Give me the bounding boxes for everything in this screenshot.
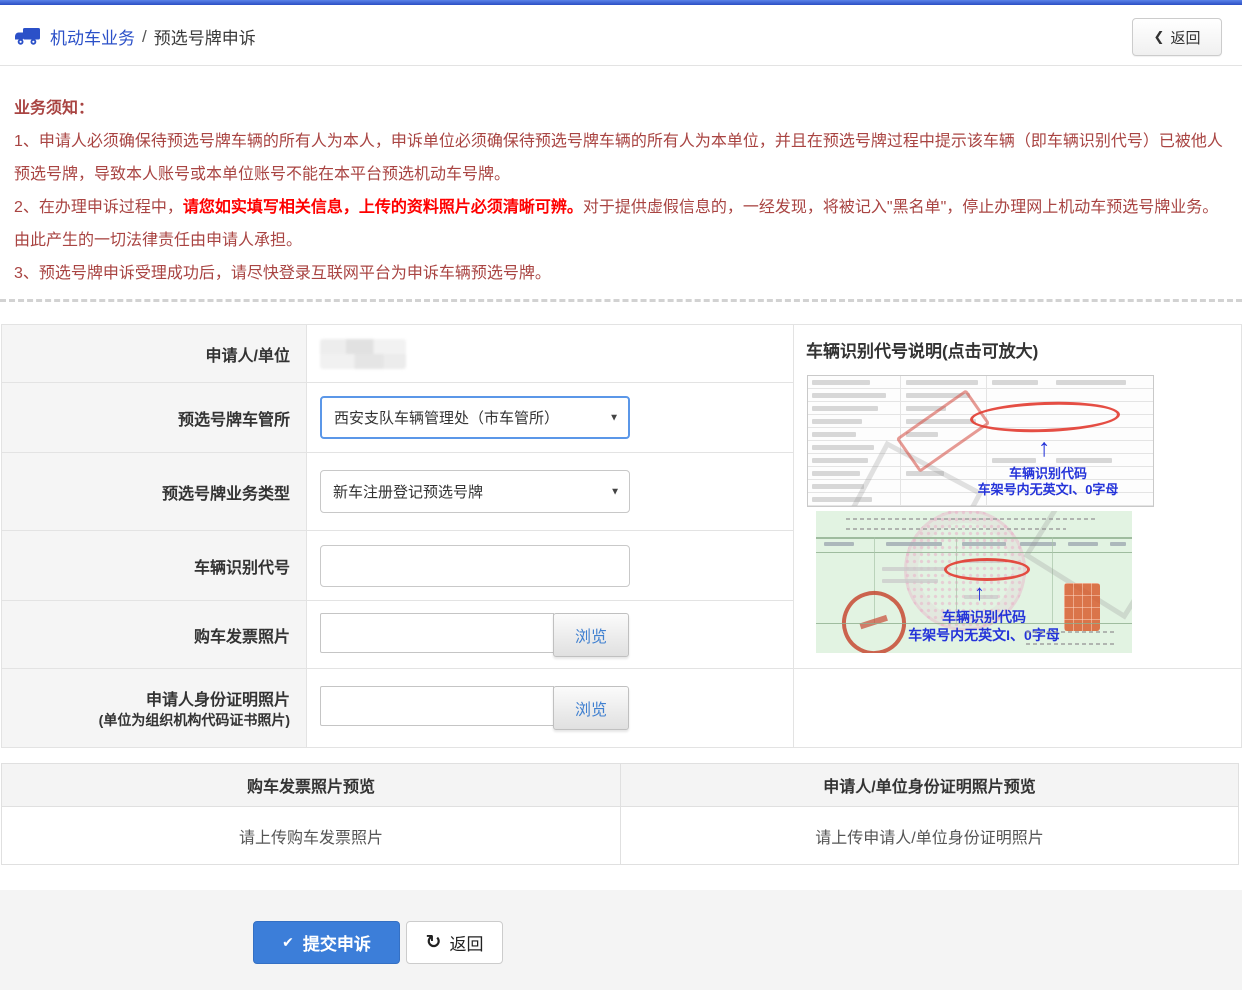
- cert-text-bar: [812, 445, 874, 450]
- appeal-form-table: 申请人/单位 车辆识别代号说明(点击可放大): [1, 324, 1242, 748]
- invoice-photo-filename-input[interactable]: [320, 613, 554, 653]
- invoice-col-label: [962, 542, 1006, 546]
- cert-text-bar: [812, 458, 868, 463]
- invoice-text-line: [1026, 643, 1116, 645]
- invoice-col-label: [824, 542, 854, 546]
- cert-text-bar: [992, 380, 1038, 385]
- cert-text-bar: [812, 380, 870, 385]
- vin-help-zoom-hint: (点击可放大): [942, 342, 1038, 361]
- applicant-label: 申请人/单位: [2, 325, 307, 383]
- business-type-label: 预选号牌业务类型: [2, 453, 307, 531]
- header: 机动车业务 / 预选号牌申诉 ❮ 返回: [0, 5, 1242, 66]
- id-preview-placeholder: 请上传申请人/单位身份证明照片: [620, 807, 1238, 864]
- chevron-down-icon: ▼: [610, 486, 620, 497]
- vin-callout: 车辆识别代码 车架号内无英文I、0字母: [874, 609, 1094, 644]
- cert-text-bar: [812, 484, 864, 489]
- up-arrow-icon: ↑: [1038, 436, 1051, 461]
- notice-title: 业务须知：: [14, 92, 1232, 125]
- id-photo-file-control: 浏览: [320, 686, 793, 730]
- invoice-text-line: [1026, 631, 1116, 633]
- cert-text-bar: [906, 380, 978, 385]
- notice-item-3: 3、预选号牌申诉受理成功后，请尽快登录互联网平台为申诉车辆预选号牌。: [14, 257, 1232, 290]
- vin-highlight-ellipse: [970, 399, 1121, 434]
- applicant-value-redacted: [320, 339, 406, 369]
- business-notice: 业务须知： 1、申请人必须确保待预选号牌车辆的所有人为本人，申诉单位必须确保待预…: [14, 92, 1232, 290]
- breadcrumb-section-link[interactable]: 机动车业务: [50, 24, 135, 49]
- invoice-rule: [816, 623, 1132, 624]
- invoice-preview-header: 购车发票照片预览: [2, 764, 620, 806]
- business-type-select[interactable]: 新车注册登记预选号牌 ▼: [320, 470, 630, 513]
- notice-item-2-highlight: 请您如实填写相关信息，上传的资料照片必须清晰可辨。: [183, 199, 583, 216]
- submit-appeal-button[interactable]: ✔ 提交申诉: [253, 921, 400, 964]
- back-button[interactable]: ❮ 返回: [1132, 18, 1222, 56]
- vin-callout-line2: 车架号内无英文I、0字母: [948, 482, 1148, 498]
- notice-item-1: 1、申请人必须确保待预选号牌车辆的所有人为本人，申诉单位必须确保待预选号牌车辆的…: [14, 125, 1232, 191]
- office-label: 预选号牌车管所: [2, 383, 307, 453]
- invoice-photo-file-control: 浏览: [320, 613, 793, 657]
- page: 机动车业务 / 预选号牌申诉 ❮ 返回 业务须知： 1、申请人必须确保待预选号牌…: [0, 0, 1242, 1002]
- invoice-text-line: [846, 528, 1066, 530]
- cert-text-bar: [812, 471, 860, 476]
- id-preview-header: 申请人/单位身份证明照片预览: [620, 764, 1238, 806]
- vin-input[interactable]: [320, 545, 630, 587]
- id-photo-label: 申请人身份证明照片 (单位为组织机构代码证书照片): [2, 669, 307, 748]
- id-photo-label-line2: (单位为组织机构代码证书照片): [2, 710, 290, 730]
- cert-text-bar: [812, 432, 856, 437]
- vin-highlight-ellipse: [944, 558, 1030, 581]
- submit-appeal-label: 提交申诉: [303, 930, 371, 955]
- cert-text-bar: [812, 406, 878, 411]
- business-type-select-value: 新车注册登记预选号牌: [333, 481, 483, 502]
- page-title: 预选号牌申诉: [154, 24, 256, 49]
- vehicle-certificate-image[interactable]: ↑ 车辆识别代码 车架号内无英文I、0字母: [807, 375, 1154, 507]
- id-photo-browse-button[interactable]: 浏览: [553, 686, 629, 730]
- return-button-label: 返回: [449, 930, 483, 955]
- vin-callout-line2: 车架号内无英文I、0字母: [874, 627, 1094, 645]
- cert-text-bar: [1056, 458, 1112, 463]
- preview-body-row: 请上传购车发票照片 请上传申请人/单位身份证明照片: [2, 807, 1238, 864]
- truck-icon: [14, 27, 41, 46]
- cert-text-bar: [992, 458, 1036, 463]
- cert-text-bar: [1056, 380, 1126, 385]
- invoice-photo-browse-button[interactable]: 浏览: [553, 613, 629, 657]
- breadcrumb: 机动车业务 / 预选号牌申诉: [14, 24, 256, 49]
- cert-text-bar: [812, 419, 862, 424]
- notice-item-2-prefix: 2、在办理申诉过程中，: [14, 199, 183, 216]
- vin-help-title: 车辆识别代号说明(点击可放大): [806, 337, 1038, 362]
- office-select-value: 西安支队车辆管理处（市车管所）: [334, 407, 559, 428]
- breadcrumb-separator: /: [142, 27, 147, 47]
- id-photo-filename-input[interactable]: [320, 686, 554, 726]
- vin-help-panel: 车辆识别代号说明(点击可放大): [794, 325, 1242, 669]
- check-icon: ✔: [282, 934, 294, 951]
- preview-header-row: 购车发票照片预览 申请人/单位身份证明照片预览: [2, 764, 1238, 807]
- chevron-down-icon: ▼: [609, 412, 619, 423]
- invoice-sample-image[interactable]: ↑ 车辆识别代码 车架号内无英文I、0字母: [816, 511, 1132, 653]
- invoice-photo-label: 购车发票照片: [2, 601, 307, 669]
- chevron-left-icon: ❮: [1154, 29, 1165, 45]
- refresh-icon: ↻: [426, 933, 442, 952]
- up-arrow-icon: ↑: [974, 582, 985, 604]
- cert-text-bar: [812, 393, 886, 398]
- action-bar: ✔ 提交申诉 ↻ 返回: [0, 890, 1242, 990]
- vin-callout: 车辆识别代码 车架号内无英文I、0字母: [948, 466, 1148, 499]
- photo-preview-table: 购车发票照片预览 申请人/单位身份证明照片预览 请上传购车发票照片 请上传申请人…: [1, 763, 1239, 865]
- vin-label: 车辆识别代号: [2, 531, 307, 601]
- id-photo-label-line1: 申请人身份证明照片: [146, 692, 290, 709]
- invoice-text-bar: [882, 579, 938, 583]
- vin-callout-line1: 车辆识别代码: [948, 466, 1148, 482]
- notice-item-2: 2、在办理申诉过程中，请您如实填写相关信息，上传的资料照片必须清晰可辨。对于提供…: [14, 191, 1232, 257]
- back-button-label: 返回: [1170, 27, 1200, 48]
- dashed-divider: [0, 299, 1242, 302]
- office-select[interactable]: 西安支队车辆管理处（市车管所） ▼: [320, 396, 630, 439]
- return-button[interactable]: ↻ 返回: [406, 921, 503, 964]
- invoice-preview-placeholder: 请上传购车发票照片: [2, 807, 620, 864]
- invoice-col-label: [886, 542, 942, 546]
- invoice-text-bar: [882, 567, 946, 571]
- empty-cell: [794, 669, 1242, 748]
